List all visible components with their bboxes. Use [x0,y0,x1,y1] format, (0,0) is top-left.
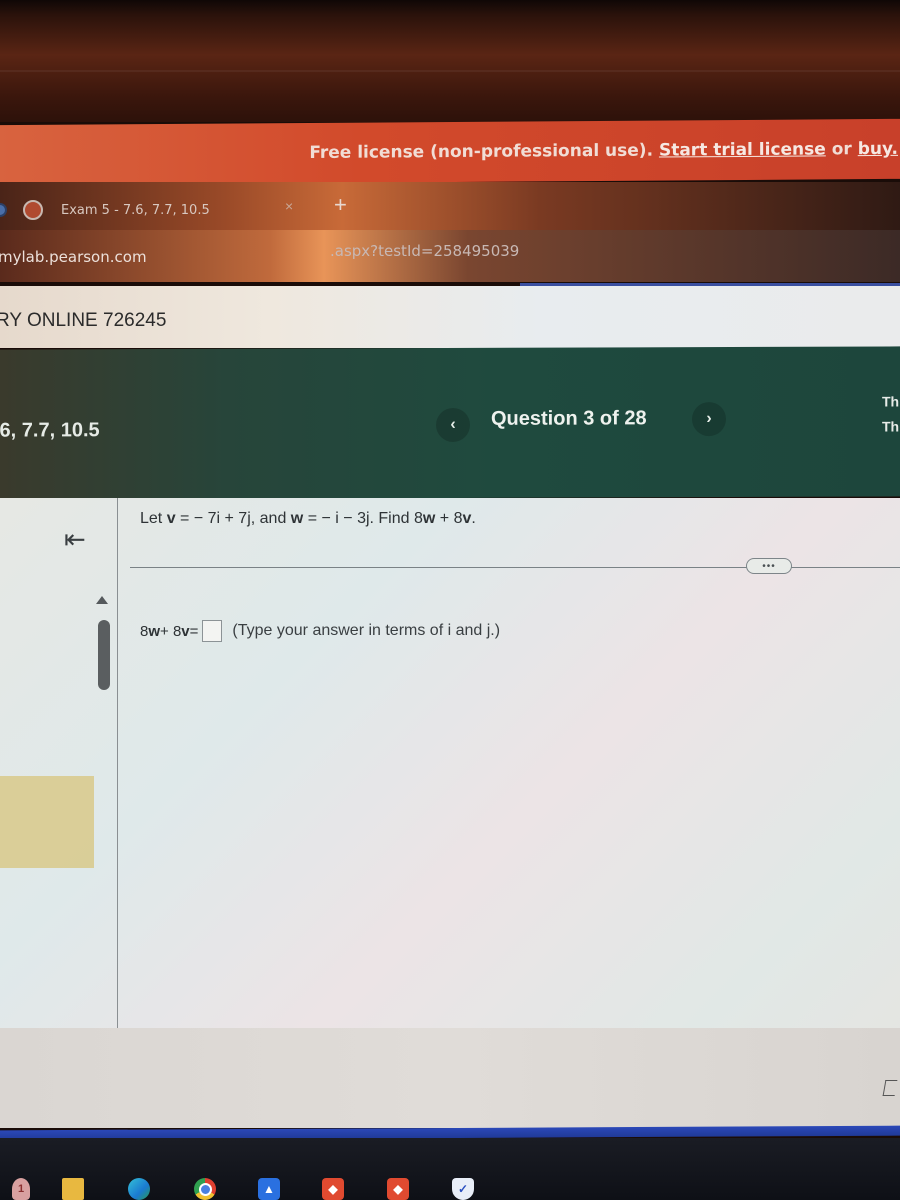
header-right-text-1: Th [882,393,900,410]
find-w-label: w [422,510,436,527]
answer-lhs-equals: = [189,622,199,640]
next-question-button[interactable]: › [692,402,726,437]
answer-row: 8w + 8v = (Type your answer in terms of … [140,620,500,642]
vector-w-expression: = − i − 3j. Find 8 [303,510,423,527]
address-host[interactable]: mylab.pearson.com [0,248,147,266]
buy-link[interactable]: buy. [858,139,898,159]
answer-hint: (Type your answer in terms of i and j.) [232,622,501,639]
blue-app-icon[interactable]: ▲ [258,1178,280,1200]
new-tab-button[interactable]: + [334,192,347,218]
course-title: RY ONLINE 726245 [0,310,167,331]
question-content-area: ⇤ Let v = − 7i + 7j, and w = − i − 3j. F… [0,498,900,1128]
license-banner: Free license (non-professional use). Sta… [0,118,900,186]
scroll-up-arrow-icon[interactable] [96,596,108,604]
sidebar-highlight-panel [0,776,94,868]
course-header: RY ONLINE 726245 [0,286,900,348]
workspace-icon[interactable] [0,203,7,217]
collapse-sidebar-icon[interactable]: ⇤ [64,524,86,555]
prompt-period: . [471,510,476,527]
question-prompt: Let v = − 7i + 7j, and w = − i − 3j. Fin… [140,510,476,528]
sidebar-divider [117,498,118,1028]
header-right-text-2: Th [882,418,900,435]
monitor-bezel [0,0,900,122]
answer-lhs-v: v [181,622,190,640]
red-app-icon[interactable]: ◆ [322,1178,344,1200]
vector-v-expression: = − 7i + 7j, and [175,510,291,527]
more-options-button[interactable]: ••• [746,558,792,574]
address-bar[interactable]: mylab.pearson.com .aspx?testId=258495039 [0,230,900,282]
chrome-browser-icon[interactable] [194,1178,216,1200]
taskbar: 1 ▲ ◆ ◆ ✓ [0,1138,900,1200]
license-text: Free license (non-professional use). Sta… [309,139,898,163]
security-shield-icon[interactable]: ✓ [452,1178,474,1200]
find-plus: + 8 [435,510,463,527]
edge-browser-icon[interactable] [128,1178,150,1200]
vector-w-label: w [290,510,304,527]
notification-badge-icon[interactable]: 1 [12,1178,30,1200]
browser-tab-exam[interactable]: Exam 5 - 7.6, 7.7, 10.5 × [0,196,320,224]
address-path[interactable]: .aspx?testId=258495039 [330,242,519,260]
question-counter: Question 3 of 28 [491,407,647,430]
browser-tab-strip: Exam 5 - 7.6, 7.7, 10.5 × + [0,182,900,230]
answer-input[interactable] [202,620,223,642]
content-footer [0,1028,900,1128]
previous-question-button[interactable]: ‹ [436,407,470,443]
tab-title: Exam 5 - 7.6, 7.7, 10.5 [61,202,210,218]
sidebar-scrollbar-thumb[interactable] [98,620,110,690]
file-explorer-icon[interactable] [62,1178,84,1200]
assignment-bar: .6, 7.7, 10.5 ‹ Question 3 of 28 › Th Th [0,346,900,500]
answer-lhs-mid: + 8 [160,622,182,640]
assignment-title: .6, 7.7, 10.5 [0,419,100,442]
red-app-icon-2[interactable]: ◆ [387,1178,409,1200]
tab-close-icon[interactable]: × [285,198,293,214]
prompt-prefix: Let [140,510,167,527]
tab-favicon-icon [23,200,43,220]
license-message: Free license (non-professional use). [309,140,654,163]
vector-v-label: v [166,510,176,527]
answer-lhs-w: w [148,622,161,640]
license-or-text: or [831,139,852,160]
start-trial-link[interactable]: Start trial license [659,139,826,160]
